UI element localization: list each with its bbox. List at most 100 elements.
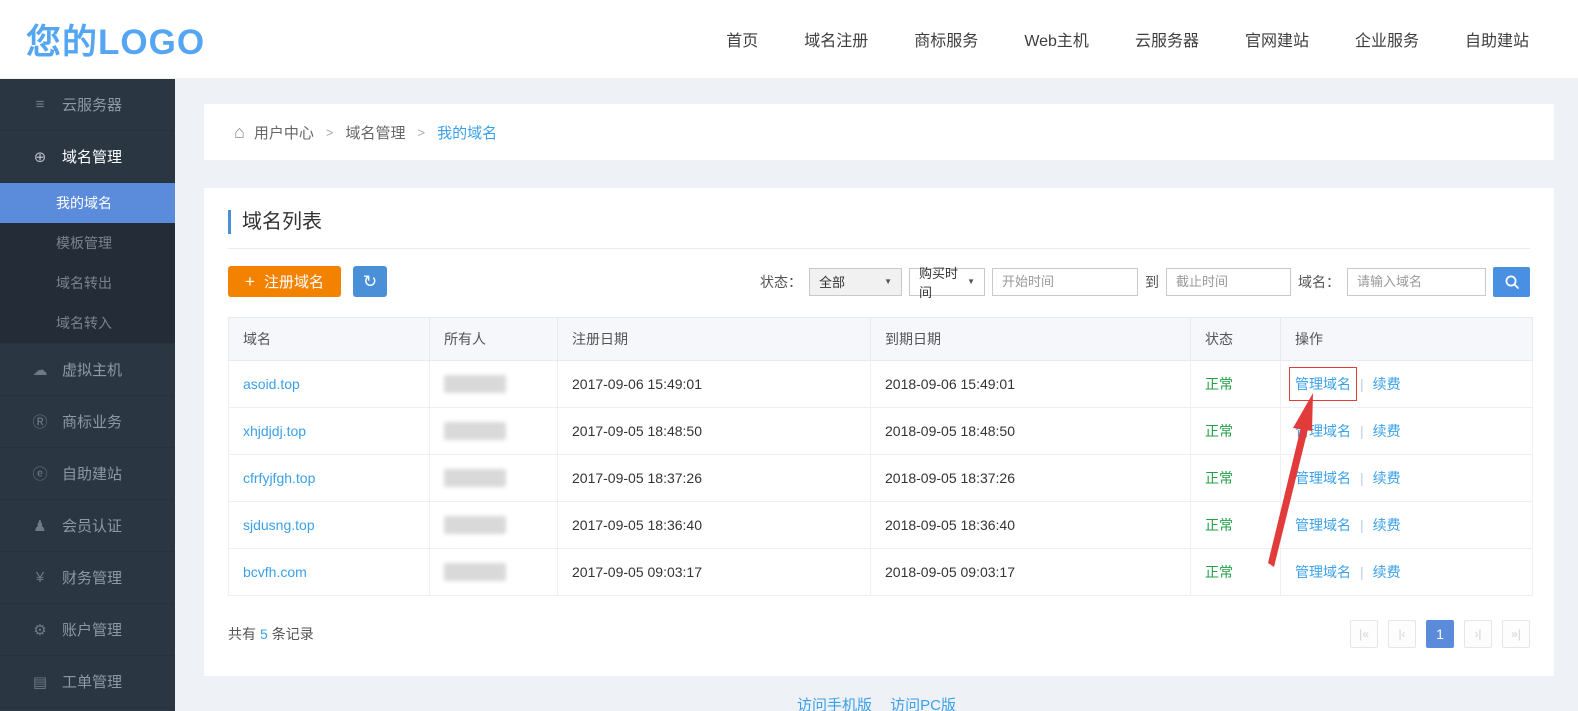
- time-type-value: 购买时间: [919, 263, 961, 301]
- sidebar-item-ticket-management[interactable]: ▤ 工单管理: [0, 656, 175, 708]
- status-select-value: 全部: [819, 272, 845, 291]
- refresh-button[interactable]: ↻: [353, 266, 387, 297]
- domain-list-panel: 域名列表 + 注册域名 ↻ 状态： 全部 ▼ 购买时间: [204, 188, 1554, 676]
- status-badge: 正常: [1205, 423, 1233, 439]
- action-separator: |: [1360, 564, 1364, 580]
- record-count-value: 5: [260, 626, 268, 642]
- pagination-last-button[interactable]: »|: [1502, 620, 1530, 648]
- sidebar-subitem-my-domains[interactable]: 我的域名: [0, 183, 175, 223]
- plus-icon: +: [245, 273, 255, 290]
- sidebar-item-label: 账户管理: [62, 619, 122, 640]
- logo[interactable]: 您的LOGO: [26, 14, 205, 65]
- breadcrumb-domain-management[interactable]: 域名管理: [345, 122, 405, 143]
- manage-domain-link[interactable]: 管理域名: [1295, 376, 1351, 392]
- register-domain-button[interactable]: + 注册域名: [228, 266, 341, 297]
- sidebar-subitem-template-management[interactable]: 模板管理: [0, 223, 175, 263]
- sidebar-item-finance-management[interactable]: ¥ 财务管理: [0, 552, 175, 604]
- pagination-page-1-button[interactable]: 1: [1426, 620, 1454, 648]
- renew-link[interactable]: 续费: [1373, 376, 1401, 392]
- pagination-next-button[interactable]: ›|: [1464, 620, 1492, 648]
- sidebar-item-account-management[interactable]: ⚙ 账户管理: [0, 604, 175, 656]
- nav-self-build[interactable]: 自助建站: [1442, 27, 1552, 51]
- top-nav: 首页 域名注册 商标服务 Web主机 云服务器 官网建站 企业服务 自助建站: [703, 27, 1552, 51]
- mobile-version-link[interactable]: 访问手机版: [797, 697, 872, 711]
- sidebar-item-self-build-site[interactable]: ⓔ 自助建站: [0, 448, 175, 500]
- manage-domain-link[interactable]: 管理域名: [1295, 564, 1351, 580]
- expiry-date: 2018-09-05 18:36:40: [871, 502, 1191, 549]
- breadcrumb-separator: >: [326, 125, 334, 140]
- subitem-label: 模板管理: [56, 233, 112, 253]
- sidebar-submenu: 我的域名 模板管理 域名转出 域名转入: [0, 183, 175, 344]
- breadcrumb-my-domains[interactable]: 我的域名: [437, 122, 497, 143]
- nav-website-build[interactable]: 官网建站: [1222, 27, 1332, 51]
- sidebar-item-label: 云服务器: [62, 94, 122, 115]
- sidebar-item-trademark-business[interactable]: Ⓡ 商标业务: [0, 396, 175, 448]
- pc-version-link[interactable]: 访问PC版: [890, 697, 956, 711]
- nav-enterprise-service[interactable]: 企业服务: [1332, 27, 1442, 51]
- renew-link[interactable]: 续费: [1373, 564, 1401, 580]
- expiry-date: 2018-09-05 18:48:50: [871, 408, 1191, 455]
- domain-link[interactable]: bcvfh.com: [243, 564, 307, 580]
- col-header-registered-date: 注册日期: [558, 318, 871, 361]
- manage-domain-link[interactable]: 管理域名: [1295, 423, 1351, 439]
- breadcrumb-user-center[interactable]: 用户中心: [254, 122, 314, 143]
- expiry-date: 2018-09-05 09:03:17: [871, 549, 1191, 596]
- table-header-row: 域名 所有人 注册日期 到期日期 状态 操作: [229, 318, 1533, 361]
- status-select[interactable]: 全部 ▼: [809, 268, 902, 296]
- owner-redacted: [444, 563, 506, 581]
- time-type-select[interactable]: 购买时间 ▼: [909, 268, 985, 296]
- pagination-prev-button[interactable]: |‹: [1388, 620, 1416, 648]
- annotation-highlight-box: 管理域名: [1289, 367, 1357, 401]
- table-footer: 共有5条记录 |« |‹ 1 ›| »|: [228, 620, 1530, 648]
- action-separator: |: [1360, 423, 1364, 439]
- owner-redacted: [444, 422, 506, 440]
- manage-domain-link[interactable]: 管理域名: [1295, 517, 1351, 533]
- domain-search-input[interactable]: [1347, 268, 1486, 296]
- nav-home[interactable]: 首页: [703, 27, 781, 51]
- renew-link[interactable]: 续费: [1373, 423, 1401, 439]
- status-badge: 正常: [1205, 517, 1233, 533]
- table-row: xhjdjdj.top 2017-09-05 18:48:50 2018-09-…: [229, 408, 1533, 455]
- status-badge: 正常: [1205, 470, 1233, 486]
- domain-link[interactable]: asoid.top: [243, 376, 300, 392]
- renew-link[interactable]: 续费: [1373, 470, 1401, 486]
- sidebar-item-label: 自助建站: [62, 463, 122, 484]
- trademark-icon: Ⓡ: [30, 411, 50, 432]
- breadcrumb: ⌂ 用户中心 > 域名管理 > 我的域名: [204, 104, 1554, 160]
- sidebar-subitem-domain-transfer-out[interactable]: 域名转出: [0, 263, 175, 303]
- nav-cloud-server[interactable]: 云服务器: [1112, 27, 1222, 51]
- sidebar-item-domain-management[interactable]: ⊕ 域名管理: [0, 131, 175, 183]
- domain-link[interactable]: xhjdjdj.top: [243, 423, 306, 439]
- breadcrumb-separator: >: [418, 125, 426, 140]
- domain-table: 域名 所有人 注册日期 到期日期 状态 操作 asoid.top 2017-09…: [228, 317, 1533, 596]
- pagination-first-button[interactable]: |«: [1350, 620, 1378, 648]
- nav-trademark-service[interactable]: 商标服务: [891, 27, 1001, 51]
- search-button[interactable]: [1493, 267, 1530, 297]
- registered-date: 2017-09-05 18:48:50: [558, 408, 871, 455]
- action-separator: |: [1360, 470, 1364, 486]
- manage-domain-link[interactable]: 管理域名: [1295, 470, 1351, 486]
- end-date-input[interactable]: [1166, 268, 1291, 296]
- register-domain-label: 注册域名: [264, 271, 324, 292]
- renew-link[interactable]: 续费: [1373, 517, 1401, 533]
- sidebar-item-member-verification[interactable]: ♟ 会员认证: [0, 500, 175, 552]
- page-title: 域名列表: [228, 210, 1530, 234]
- table-row: cfrfyjfgh.top 2017-09-05 18:37:26 2018-0…: [229, 455, 1533, 502]
- status-badge: 正常: [1205, 564, 1233, 580]
- sidebar-item-label: 会员认证: [62, 515, 122, 536]
- sidebar-item-label: 工单管理: [62, 671, 122, 692]
- sidebar-item-label: 商标业务: [62, 411, 122, 432]
- toolbar: + 注册域名 ↻ 状态： 全部 ▼ 购买时间 ▼ 到: [228, 266, 1530, 297]
- sidebar-subitem-domain-transfer-in[interactable]: 域名转入: [0, 303, 175, 343]
- search-icon: [1504, 274, 1520, 290]
- start-date-input[interactable]: [992, 268, 1138, 296]
- sidebar: ≡ 云服务器 ⊕ 域名管理 我的域名 模板管理 域名转出 域名转入 ☁ 虚拟主机…: [0, 79, 175, 711]
- domain-link[interactable]: sjdusng.top: [243, 517, 315, 533]
- nav-web-hosting[interactable]: Web主机: [1001, 27, 1112, 51]
- sidebar-item-virtual-host[interactable]: ☁ 虚拟主机: [0, 344, 175, 396]
- nav-domain-register[interactable]: 域名注册: [781, 27, 891, 51]
- domain-link[interactable]: cfrfyjfgh.top: [243, 470, 315, 486]
- action-separator: |: [1360, 376, 1364, 392]
- record-count-prefix: 共有: [228, 626, 256, 642]
- sidebar-item-cloud-server[interactable]: ≡ 云服务器: [0, 79, 175, 131]
